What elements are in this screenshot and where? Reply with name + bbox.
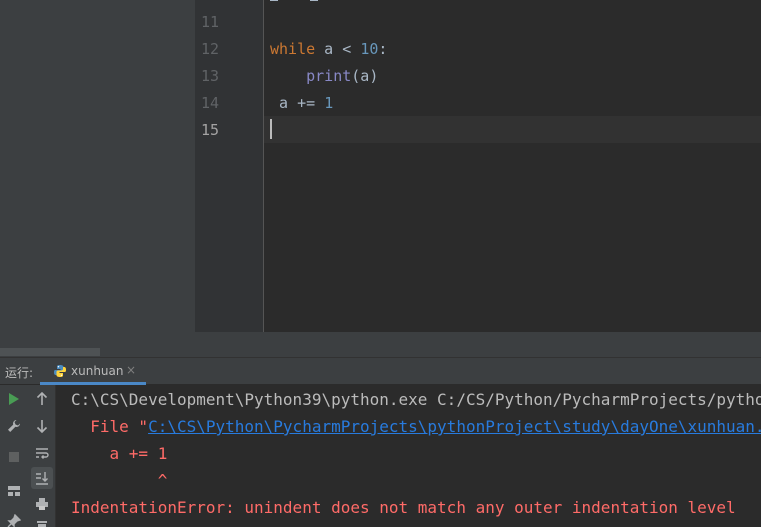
python-icon bbox=[54, 365, 66, 377]
run-tab-xunhuan[interactable]: xunhuan × bbox=[40, 358, 146, 385]
builtin-print: print bbox=[306, 67, 352, 85]
soft-wrap-icon[interactable] bbox=[31, 442, 53, 464]
code-text: a += bbox=[270, 94, 325, 112]
run-label: 运行: bbox=[5, 366, 34, 380]
close-icon[interactable]: × bbox=[126, 363, 136, 377]
run-toolbar-right bbox=[28, 385, 56, 527]
current-line-highlight bbox=[264, 116, 761, 143]
print-icon[interactable] bbox=[31, 493, 53, 515]
run-console-output[interactable]: C:\CS\Development\Python39\python.exe C:… bbox=[57, 385, 761, 527]
code-text: : bbox=[378, 40, 388, 58]
run-toolbar-left bbox=[0, 385, 28, 527]
code-line-print[interactable]: print(a) bbox=[270, 63, 387, 90]
line-number-current: 15 bbox=[200, 121, 219, 139]
run-tab-label: xunhuan bbox=[71, 364, 124, 378]
project-panel bbox=[0, 0, 195, 348]
trash-icon[interactable] bbox=[31, 515, 53, 527]
console-file-line: File "C:\CS\Python\PycharmProjects\pytho… bbox=[71, 413, 761, 440]
code-line-while[interactable]: while a < 10: bbox=[270, 36, 387, 63]
code-text: a < bbox=[315, 40, 361, 58]
cut-off-line-10 bbox=[270, 0, 322, 4]
text-caret bbox=[270, 119, 272, 139]
arrow-up-icon[interactable] bbox=[31, 388, 53, 410]
wrench-icon[interactable] bbox=[3, 415, 25, 437]
line-number: 13 bbox=[200, 67, 219, 85]
play-icon[interactable] bbox=[3, 388, 25, 410]
horizontal-scrollbar[interactable] bbox=[0, 348, 100, 356]
pin-icon[interactable] bbox=[3, 510, 25, 527]
error-squiggle-icon bbox=[378, 75, 387, 81]
console-file-prefix: File " bbox=[71, 417, 149, 436]
line-number: 12 bbox=[200, 40, 219, 58]
number-literal: 1 bbox=[324, 94, 334, 112]
console-file-link[interactable]: C:\CS\Python\PycharmProjects\pythonProje… bbox=[148, 417, 761, 436]
arrow-down-icon[interactable] bbox=[31, 415, 53, 437]
editor-bottom-bar bbox=[195, 332, 761, 357]
scroll-to-end-icon[interactable] bbox=[31, 467, 53, 489]
console-caret-marker: ^ bbox=[71, 471, 168, 490]
code-line-increment[interactable]: a += 1 bbox=[270, 90, 333, 117]
stop-icon[interactable] bbox=[3, 446, 25, 468]
console-error-message: IndentationError: unindent does not matc… bbox=[71, 498, 736, 517]
number-literal: 10 bbox=[360, 40, 379, 58]
keyword-while: while bbox=[270, 40, 316, 58]
run-toolwindow-header: 运行: xunhuan × bbox=[0, 357, 761, 385]
layout-icon[interactable] bbox=[3, 480, 25, 502]
code-text: (a) bbox=[351, 67, 379, 85]
console-command-line: C:\CS\Development\Python39\python.exe C:… bbox=[71, 390, 761, 409]
line-number: 14 bbox=[200, 94, 219, 112]
console-code-echo: a += 1 bbox=[71, 444, 168, 463]
line-number: 11 bbox=[200, 13, 219, 31]
